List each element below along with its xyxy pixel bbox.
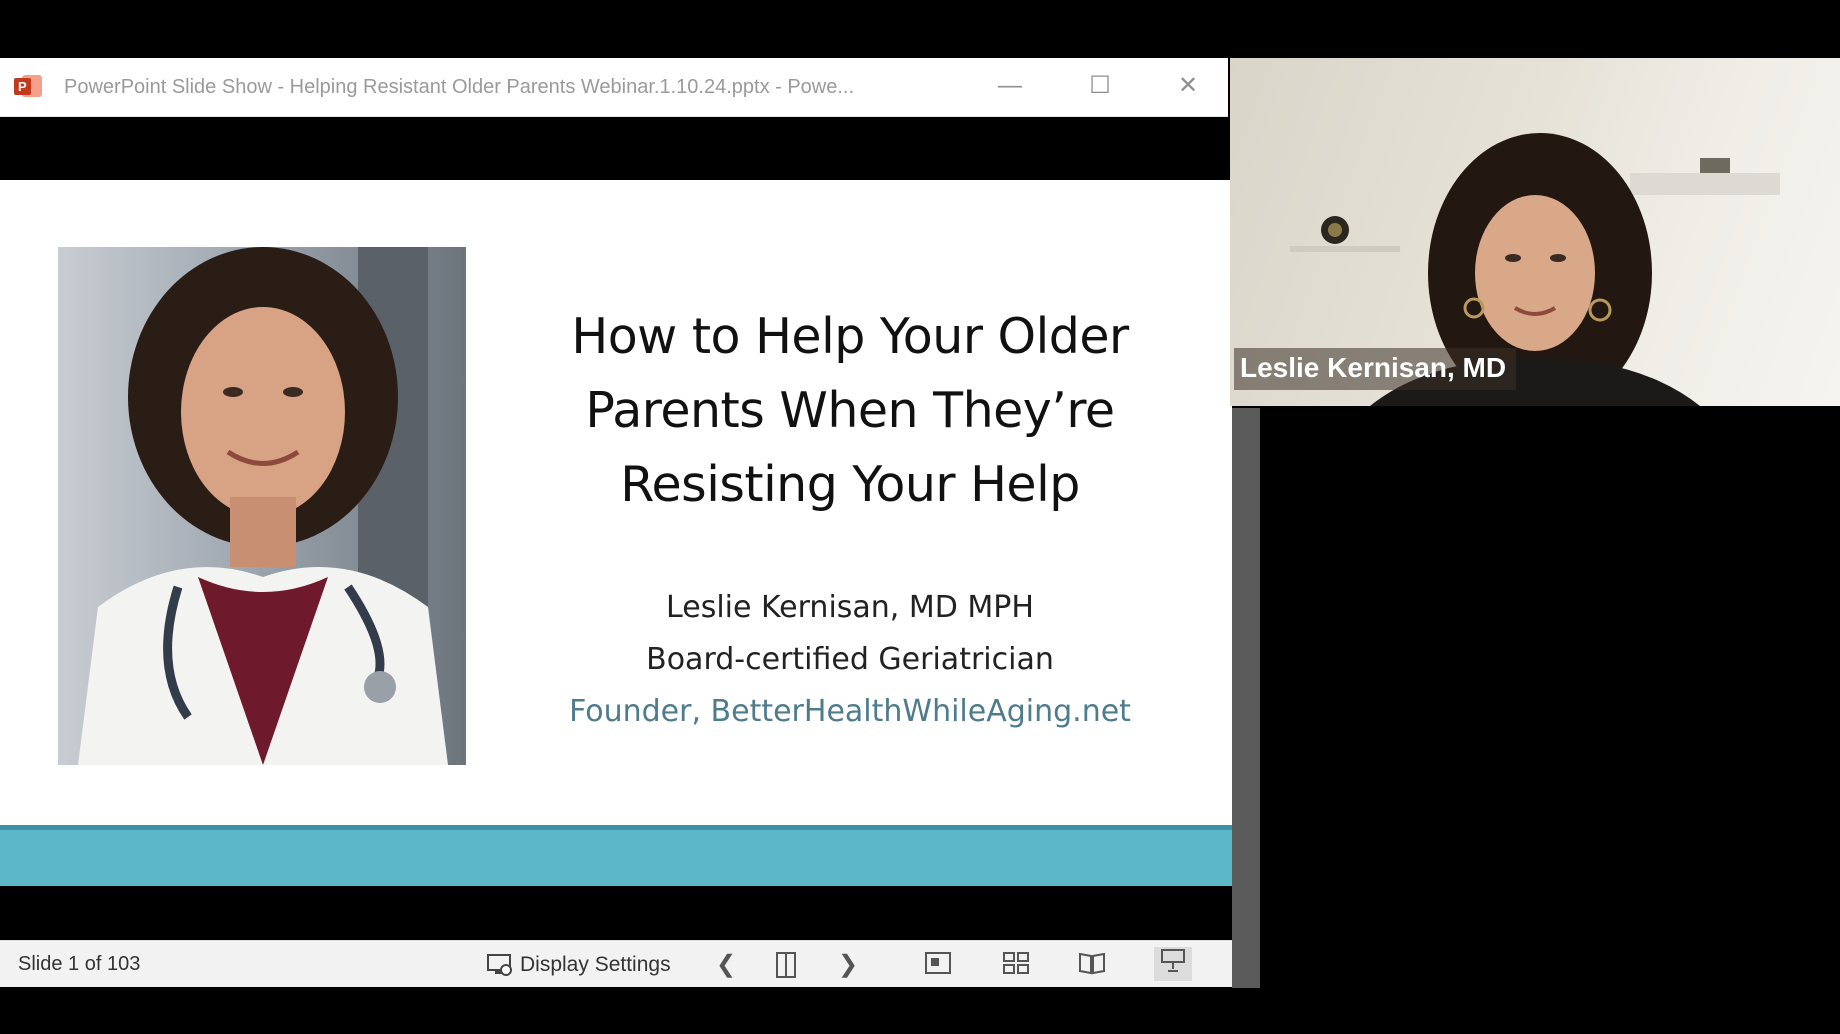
- powerpoint-app-icon: P: [14, 75, 42, 97]
- presenter-role: Board-certified Geriatrician: [646, 642, 1054, 677]
- slide-sorter-icon[interactable]: [1002, 951, 1030, 979]
- window-titlebar: P PowerPoint Slide Show - Helping Resist…: [0, 58, 1228, 117]
- slide-title-line: Resisting Your Help: [620, 456, 1080, 513]
- close-button[interactable]: ✕: [1168, 68, 1208, 104]
- previous-slide-icon[interactable]: ❮: [712, 951, 740, 979]
- slide-title: How to Help Your Older Parents When They…: [520, 300, 1180, 522]
- normal-view-icon[interactable]: [924, 951, 952, 979]
- next-slide-icon[interactable]: ❯: [834, 951, 862, 979]
- window-title: PowerPoint Slide Show - Helping Resistan…: [64, 76, 855, 98]
- participant-video-tile[interactable]: Leslie Kernisan, MD: [1230, 58, 1840, 406]
- window-divider: [1232, 408, 1260, 988]
- presenter-name: Leslie Kernisan, MD MPH: [666, 590, 1034, 625]
- participant-name-label: Leslie Kernisan, MD: [1234, 348, 1517, 390]
- display-settings-label: Display Settings: [520, 953, 671, 976]
- top-black-strip: [0, 0, 1840, 58]
- presenter-photo: [58, 247, 466, 765]
- powerpoint-slideshow-window: P PowerPoint Slide Show - Helping Resist…: [0, 58, 1232, 988]
- empty-video-area: [1260, 408, 1840, 988]
- display-settings-icon: [487, 954, 512, 976]
- minimize-button[interactable]: —: [990, 68, 1030, 104]
- founder-line: Founder, BetterHealthWhileAging.net: [569, 694, 1131, 729]
- slide-title-line: How to Help Your Older: [571, 308, 1129, 365]
- display-settings-button[interactable]: Display Settings: [486, 951, 671, 979]
- slide-canvas[interactable]: How to Help Your Older Parents When They…: [0, 180, 1232, 886]
- reading-view-icon[interactable]: [1078, 951, 1106, 979]
- slideshow-status-bar: Slide 1 of 103 Display Settings ❮ ❯: [0, 940, 1232, 987]
- slide-accent-band: [0, 825, 1232, 886]
- slide-page-icon[interactable]: [772, 951, 800, 979]
- slide-title-line: Parents When They’re: [585, 382, 1115, 439]
- svg-text:P: P: [18, 79, 27, 94]
- slideshow-icon[interactable]: [1154, 947, 1192, 981]
- slide-counter: Slide 1 of 103: [18, 953, 141, 975]
- maximize-button[interactable]: ☐: [1080, 68, 1120, 104]
